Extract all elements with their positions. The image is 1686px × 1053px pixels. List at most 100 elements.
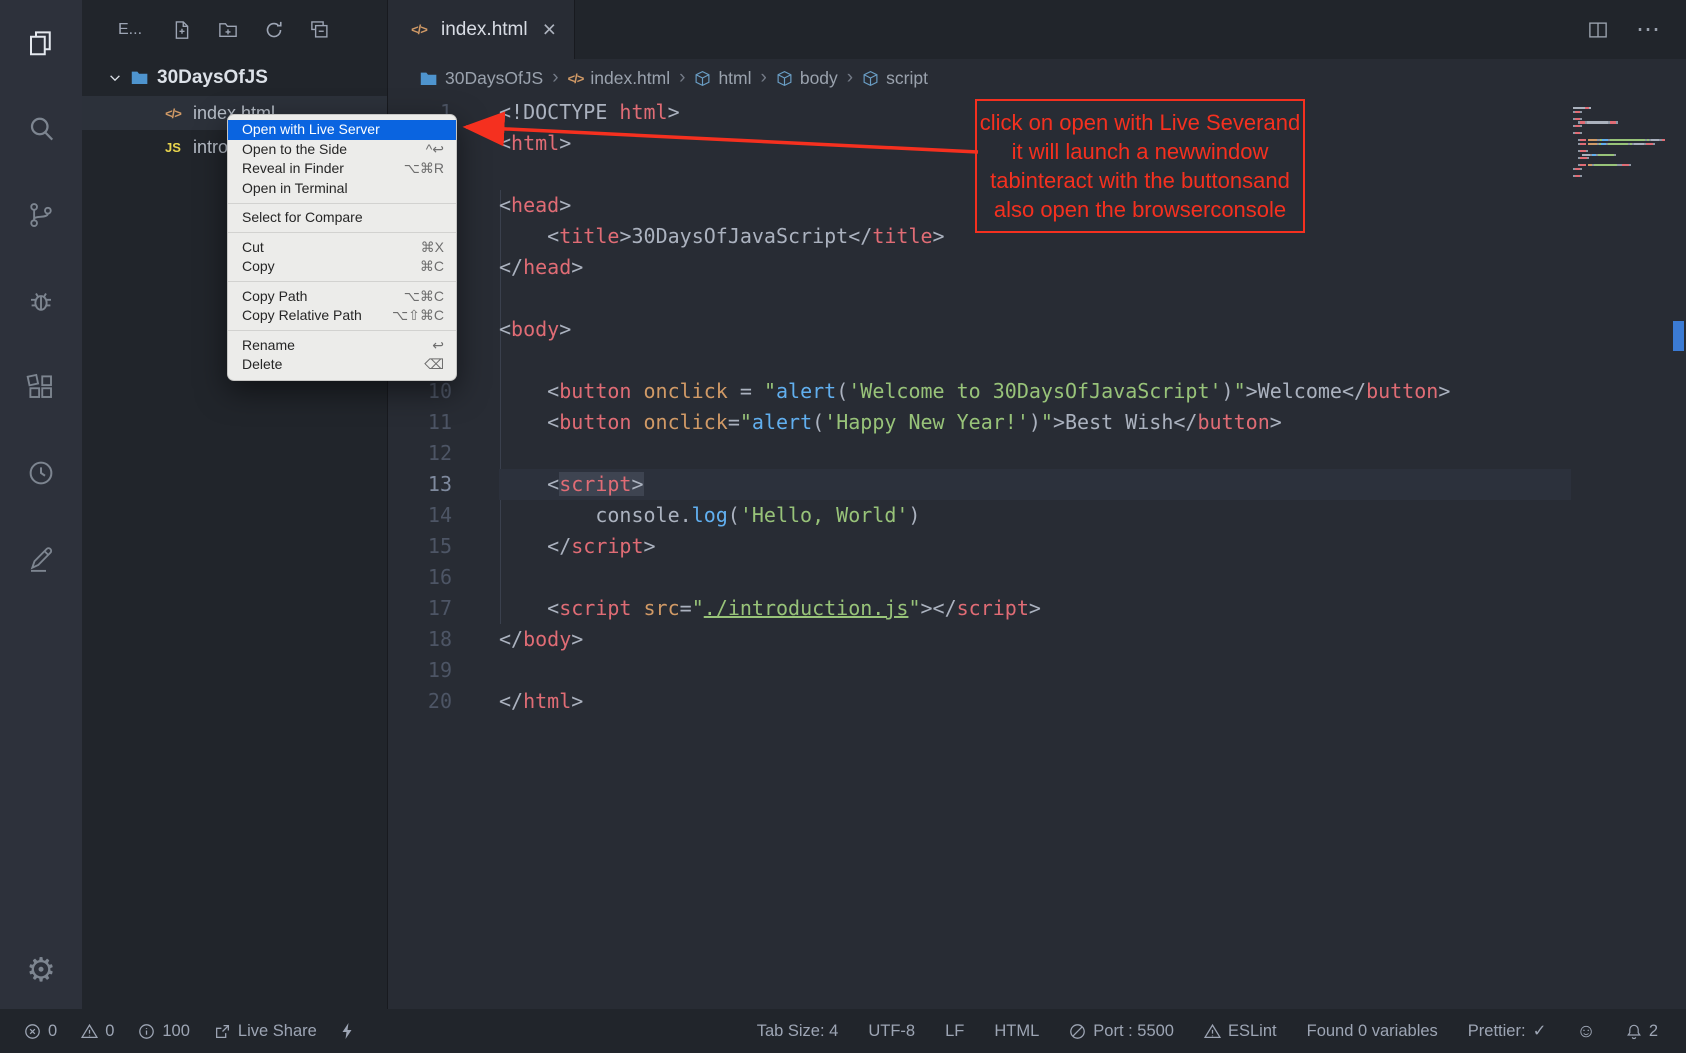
folder-icon — [419, 69, 438, 88]
code-line-8[interactable]: 8<body> — [388, 314, 1571, 345]
status-bar: 0 0 100 Live Share Tab Size: 4 UTF-8 LF HTML Po… — [0, 1009, 1686, 1053]
code-line-6[interactable]: 6</head> — [388, 252, 1571, 283]
menu-item-rename[interactable]: Rename↩ — [228, 336, 456, 356]
code-line-20[interactable]: 20</html> — [388, 686, 1571, 717]
status-feedback[interactable]: ☺ — [1576, 1022, 1595, 1041]
activity-items — [0, 0, 82, 602]
menu-item-copy-relative-path[interactable]: Copy Relative Path⌥⇧⌘C — [228, 306, 456, 326]
extensions-icon — [26, 372, 56, 402]
status-lightning[interactable] — [341, 1022, 354, 1040]
code-line-10[interactable]: 10 <button onclick = "alert('Welcome to … — [388, 376, 1571, 407]
code-line-19[interactable]: 19 — [388, 655, 1571, 686]
code-line-15[interactable]: 15 </script> — [388, 531, 1571, 562]
explorer-icon — [26, 28, 56, 58]
menu-item-delete[interactable]: Delete⌫ — [228, 355, 456, 375]
source-control-icon — [26, 200, 56, 230]
annotation-box: click on open with Live Severand it will… — [975, 99, 1305, 233]
menu-item-copy-path[interactable]: Copy Path⌥⌘C — [228, 287, 456, 307]
status-notifications[interactable]: 2 — [1626, 1022, 1658, 1041]
settings-slot: ⚙ — [0, 929, 82, 1009]
status-info[interactable]: 100 — [138, 1022, 190, 1041]
breadcrumb-item-script[interactable]: script — [862, 68, 928, 89]
activity-testing[interactable] — [0, 516, 82, 602]
breadcrumb-item-index-html[interactable]: </>index.html — [568, 68, 671, 89]
status-encoding[interactable]: UTF-8 — [868, 1022, 915, 1041]
breadcrumb-item-html[interactable]: html — [694, 68, 751, 89]
activity-search[interactable] — [0, 86, 82, 172]
debug-icon — [26, 286, 56, 316]
status-port[interactable]: Port : 5500 — [1069, 1022, 1174, 1041]
refresh-icon — [264, 20, 284, 40]
overview-ruler[interactable] — [1671, 97, 1686, 1009]
folder-root-label: 30DaysOfJS — [157, 67, 268, 89]
status-eol[interactable]: LF — [945, 1022, 964, 1041]
code-line-13[interactable]: 13 <script> — [388, 469, 1571, 500]
status-right: Tab Size: 4 UTF-8 LF HTML Port : 5500 ESLint F… — [757, 1021, 1658, 1041]
menu-item-cut[interactable]: Cut⌘X — [228, 238, 456, 258]
code-lines: 1<!DOCTYPE html>2<html>34<head>5 <title>… — [388, 97, 1571, 1009]
breadcrumb-item-body[interactable]: body — [776, 68, 838, 89]
settings-button[interactable]: ⚙ — [0, 929, 82, 1009]
html-file-icon: </> — [162, 106, 184, 121]
new-folder-button[interactable] — [214, 16, 242, 44]
menu-item-open-in-terminal[interactable]: Open in Terminal — [228, 179, 456, 199]
symbol-icon — [862, 70, 879, 87]
editor-actions: ⋯ — [1588, 0, 1686, 59]
menu-item-reveal-in-finder[interactable]: Reveal in Finder⌥⌘R — [228, 159, 456, 179]
menu-separator — [228, 232, 456, 233]
code-line-17[interactable]: 17 <script src="./introduction.js"></scr… — [388, 593, 1571, 624]
status-live-share[interactable]: Live Share — [214, 1022, 317, 1041]
activity-extensions[interactable] — [0, 344, 82, 430]
activity-explorer[interactable] — [0, 0, 82, 86]
tab-index-html[interactable]: </> index.html × — [388, 0, 575, 59]
status-variables[interactable]: Found 0 variables — [1307, 1022, 1438, 1041]
menu-item-open-with-live-server[interactable]: Open with Live Server — [228, 120, 456, 140]
explorer-title: E... — [118, 21, 142, 39]
collapse-all-icon — [310, 20, 330, 40]
status-language[interactable]: HTML — [994, 1022, 1039, 1041]
activity-source-control[interactable] — [0, 172, 82, 258]
new-file-icon — [172, 20, 192, 40]
lightning-icon — [341, 1022, 354, 1040]
menu-item-open-to-the-side[interactable]: Open to the Side^↩ — [228, 140, 456, 160]
code-line-18[interactable]: 18</body> — [388, 624, 1571, 655]
breadcrumb-separator: › — [679, 67, 685, 89]
pen-icon — [26, 544, 56, 574]
vscode-window: ⚙ E... 30DaysOfJS </>index.htmlJSintrodu… — [0, 0, 1686, 1053]
editor[interactable]: 1<!DOCTYPE html>2<html>34<head>5 <title>… — [388, 97, 1686, 1009]
menu-item-copy[interactable]: Copy⌘C — [228, 257, 456, 277]
new-file-button[interactable] — [168, 16, 196, 44]
breadcrumb-item-30daysofjs[interactable]: 30DaysOfJS — [419, 68, 543, 89]
more-actions-icon[interactable]: ⋯ — [1636, 18, 1660, 42]
close-icon[interactable]: × — [543, 18, 556, 41]
activity-live-share[interactable] — [0, 430, 82, 516]
collapse-all-button[interactable] — [306, 16, 334, 44]
symbol-icon — [776, 70, 793, 87]
minimap[interactable] — [1571, 97, 1671, 1009]
context-menu: Open with Live ServerOpen to the Side^↩R… — [227, 114, 457, 381]
code-line-9[interactable]: 9 — [388, 345, 1571, 376]
status-tab-size[interactable]: Tab Size: 4 — [757, 1022, 839, 1041]
menu-item-select-for-compare[interactable]: Select for Compare — [228, 208, 456, 228]
status-warnings[interactable]: 0 — [81, 1022, 114, 1041]
code-line-7[interactable]: 7 — [388, 283, 1571, 314]
js-file-icon: JS — [162, 140, 184, 155]
code-line-12[interactable]: 12 — [388, 438, 1571, 469]
code-line-16[interactable]: 16 — [388, 562, 1571, 593]
code-line-14[interactable]: 14 console.log('Hello, World') — [388, 500, 1571, 531]
menu-separator — [228, 330, 456, 331]
status-left: 0 0 100 Live Share — [24, 1022, 354, 1041]
split-editor-icon[interactable] — [1588, 20, 1608, 40]
activity-run-debug[interactable] — [0, 258, 82, 344]
folder-root-30daysofjs[interactable]: 30DaysOfJS — [82, 59, 387, 96]
code-line-11[interactable]: 11 <button onclick="alert('Happy New Yea… — [388, 407, 1571, 438]
symbol-icon — [694, 70, 711, 87]
status-errors[interactable]: 0 — [24, 1022, 57, 1041]
refresh-button[interactable] — [260, 16, 288, 44]
status-prettier[interactable]: Prettier:✓ — [1468, 1021, 1547, 1041]
status-eslint[interactable]: ESLint — [1204, 1022, 1277, 1041]
gear-icon: ⚙ — [26, 953, 56, 986]
warning-icon — [81, 1023, 98, 1040]
new-folder-icon — [218, 20, 238, 40]
bell-icon — [1626, 1023, 1642, 1040]
